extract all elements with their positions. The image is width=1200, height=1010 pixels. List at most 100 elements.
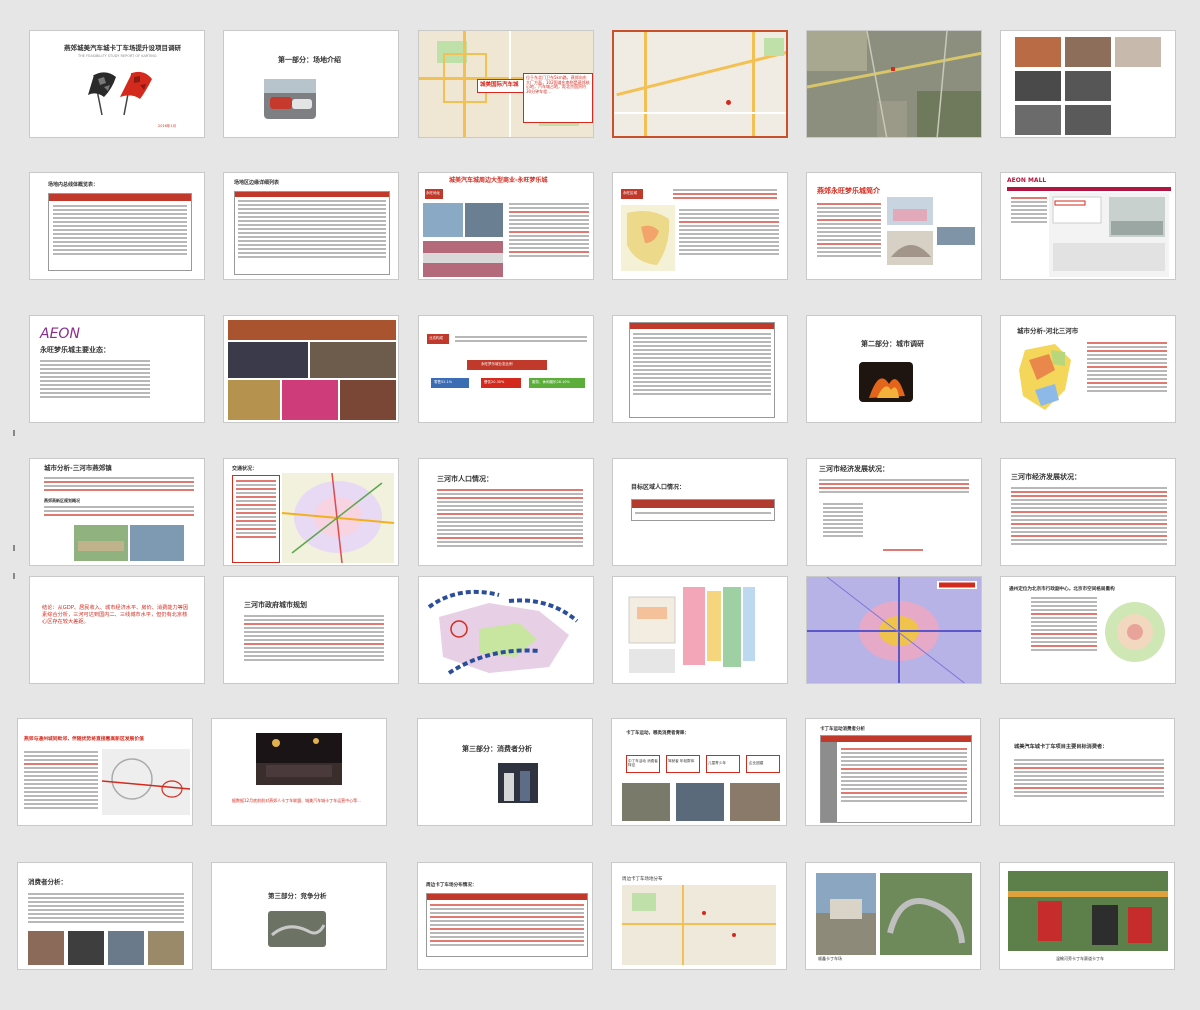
slide-thumbnail-36[interactable]: 城美汽车城卡丁车项目主要目标消费者：	[999, 718, 1175, 826]
segment-box-4: 企业团建	[746, 755, 780, 773]
nav-bar	[1007, 187, 1171, 191]
map-road	[443, 101, 487, 103]
slide-thumbnail-7[interactable]: 场地内总线体概览表：	[29, 172, 205, 280]
map-road	[752, 32, 755, 136]
slide-title: 城美汽车城周边大型商业-永旺梦乐城	[449, 177, 548, 184]
location-label-box: 城美国际汽车城	[477, 79, 529, 93]
slide-title: 城美汽车城卡丁车项目主要目标消费者：	[1014, 744, 1108, 750]
slide-title: 卡丁车运动，哪类消费者青睐：	[626, 731, 689, 736]
slide-thumbnail-8[interactable]: 场地区边缘详细列表	[223, 172, 399, 280]
venue-photos	[1001, 31, 1175, 137]
map-road	[443, 53, 487, 55]
slide-thumbnail-5[interactable]	[806, 30, 982, 138]
dining-box: 餐饮20.30%	[481, 378, 521, 388]
slide-title: 三河市经济发展状况：	[1011, 473, 1081, 481]
slide-thumbnail-10[interactable]: 永旺区域	[612, 172, 788, 280]
slide-thumbnail-15[interactable]: 业态构成 永旺梦乐城业态比例 零售52.1% 餐饮20.30% 服务、休闲娱乐2…	[418, 315, 594, 423]
slide-thumbnail-22[interactable]: 目标区域人口情况：	[612, 458, 788, 566]
slide-thumbnail-21[interactable]: 三河市人口情况：	[418, 458, 594, 566]
slide-thumbnail-17[interactable]: 第二部分：城市调研	[806, 315, 982, 423]
callout-box: 位于东北门卫东5km路，燕郊向东大厂方面，102国道东南侧是燕郊核心地，汽车城占…	[523, 73, 593, 123]
slide-title: 燕郊永旺梦乐城简介	[817, 187, 880, 195]
transport-list-box	[232, 475, 280, 563]
slide-thumbnail-35[interactable]: 卡丁车运动消费者分析	[805, 718, 981, 826]
section-subtitle: 燕郊高新区规划概况	[44, 498, 80, 503]
slide-thumbnail-12[interactable]: AEON MALL	[1000, 172, 1176, 280]
location-pin-icon	[726, 100, 731, 105]
corridor-map	[102, 749, 190, 815]
slide-thumbnail-18[interactable]: 城市分析-河北三河市	[1000, 315, 1176, 423]
section-tag-label: 业态构成	[429, 336, 443, 340]
slide-title: 三河市人口情况：	[437, 475, 493, 483]
slide-thumbnail-1[interactable]: 燕郊城美汽车城卡丁车场提升设项目调研 THE FEASIBILITY STUDY…	[29, 30, 205, 138]
slide-title: 燕郊城美汽车城卡丁车场提升设项目调研	[64, 44, 181, 52]
slide-thumbnail-30[interactable]: 通州定位为北京市行政副中心，北京市空间格局重构	[1000, 576, 1176, 684]
slide-thumbnail-6[interactable]	[1000, 30, 1176, 138]
slide-thumbnail-28[interactable]	[612, 576, 788, 684]
section-tag: 永旺区域	[621, 189, 643, 199]
segment-label-3: 儿童青少年	[708, 761, 726, 765]
segment-box-3: 儿童青少年	[706, 755, 740, 773]
slide-thumbnail-20[interactable]: 交通状况：	[223, 458, 399, 566]
satellite-image	[807, 31, 981, 137]
slide-thumbnail-34[interactable]: 卡丁车运动，哪类消费者青睐： 中丁车活动 消费者特征 驾驶者 年轻群体 儿童青少…	[611, 718, 787, 826]
slide-sorter-grid: 燕郊城美汽车城卡丁车场提升设项目调研 THE FEASIBILITY STUDY…	[0, 0, 1200, 1010]
slide-thumbnail-29[interactable]	[806, 576, 982, 684]
photo-caption: 据数据12月底前前对燕郊人卡丁车联盟、城美汽车城卡丁车运营中心等...	[232, 798, 361, 803]
slide-thumbnail-42[interactable]: 温榆河旁卡丁车赛道卡丁车	[999, 862, 1175, 970]
map-road	[463, 31, 466, 137]
consumer-table	[820, 735, 972, 823]
section-tag-label: 永旺区域	[623, 191, 637, 195]
photo-caption: 温榆河旁卡丁车赛道卡丁车	[1056, 956, 1104, 961]
venue-table	[48, 193, 192, 271]
slide-thumbnail-16[interactable]	[612, 315, 788, 423]
slide-title: 交通状况：	[232, 466, 258, 472]
slide-thumbnail-19[interactable]: 城市分析-三河市燕郊镇 燕郊高新区规划概况	[29, 458, 205, 566]
breakdown-header: 永旺梦乐城业态比例	[481, 362, 513, 366]
retail-label: 零售52.1%	[434, 380, 453, 384]
karting-track-photo	[1008, 871, 1168, 951]
park-area	[764, 38, 784, 56]
slide-title: 第三部分：竞争分析	[268, 892, 327, 900]
capital-map	[1099, 597, 1171, 667]
zoning-map	[613, 577, 787, 683]
segment-box-1: 中丁车活动 消费者特征	[626, 755, 660, 773]
slide-thumbnail-4-selected[interactable]	[612, 30, 788, 138]
population-table	[631, 499, 775, 521]
park-area	[632, 893, 656, 911]
slide-thumbnail-3[interactable]: 城美国际汽车城 位于东北门卫东5km路，燕郊向东大厂方面，102国道东南侧是燕郊…	[418, 30, 594, 138]
venue-detail-table	[234, 191, 390, 275]
slide-thumbnail-32[interactable]: 据数据12月底前前对燕郊人卡丁车联盟、城美汽车城卡丁车运营中心等...	[211, 718, 387, 826]
slide-thumbnail-14[interactable]	[223, 315, 399, 423]
slide-thumbnail-2[interactable]: 第一部分：场地介绍	[223, 30, 399, 138]
slide-thumbnail-27[interactable]	[418, 576, 594, 684]
slide-thumbnail-38[interactable]: 第三部分：竞争分析	[211, 862, 387, 970]
slide-title: 三河市政府城市规划	[244, 601, 307, 609]
section-marker	[13, 573, 15, 579]
slide-footer: 2016年1月	[158, 124, 177, 128]
slide-thumbnail-31[interactable]: 燕郊与通州城同毗邻，伴随优势将直接惠高新区发展价值	[17, 718, 193, 826]
slide-thumbnail-13[interactable]: AEON 永旺梦乐城主要业态：	[29, 315, 205, 423]
conclusion-text: 结论：从GDP、居民收入、城市经济水平、房价、消费能力等因素综合分析，三河可达到…	[42, 605, 189, 626]
slide-thumbnail-39[interactable]: 周边卡丁车场分布情况：	[417, 862, 593, 970]
slide-thumbnail-25[interactable]: 结论：从GDP、居民收入、城市经济水平、房价、消费能力等因素综合分析，三河可达到…	[29, 576, 205, 684]
slide-title: 第三部分：消费者分析	[462, 745, 532, 753]
slide-title: 卡丁车运动消费者分析	[820, 727, 865, 732]
slide-title: 周边卡丁车场地分布	[622, 877, 663, 882]
slide-thumbnail-37[interactable]: 消费者分析：	[17, 862, 193, 970]
slide-thumbnail-9[interactable]: 城美汽车城周边大型商业-永旺梦乐城 永旺地址	[418, 172, 594, 280]
planning-map	[419, 577, 593, 683]
slide-thumbnail-40[interactable]: 周边卡丁车场地分布	[611, 862, 787, 970]
location-label: 城美国际汽车城	[480, 82, 519, 88]
slide-thumbnail-23[interactable]: 三河市经济发展状况：	[806, 458, 982, 566]
slide-thumbnail-11[interactable]: 燕郊永旺梦乐城简介	[806, 172, 982, 280]
slide-thumbnail-41[interactable]: 顺鑫卡丁车场	[805, 862, 981, 970]
slide-title: 场地内总线体概览表：	[48, 182, 99, 188]
mall-photos	[423, 203, 503, 277]
slide-thumbnail-24[interactable]: 三河市经济发展状况：	[1000, 458, 1176, 566]
slide-thumbnail-26[interactable]: 三河市政府城市规划	[223, 576, 399, 684]
slide-thumbnail-33[interactable]: 第三部分：消费者分析	[417, 718, 593, 826]
aeon-logo: AEON	[40, 326, 80, 342]
kart-track-photo	[268, 911, 326, 947]
map-road	[443, 53, 445, 103]
